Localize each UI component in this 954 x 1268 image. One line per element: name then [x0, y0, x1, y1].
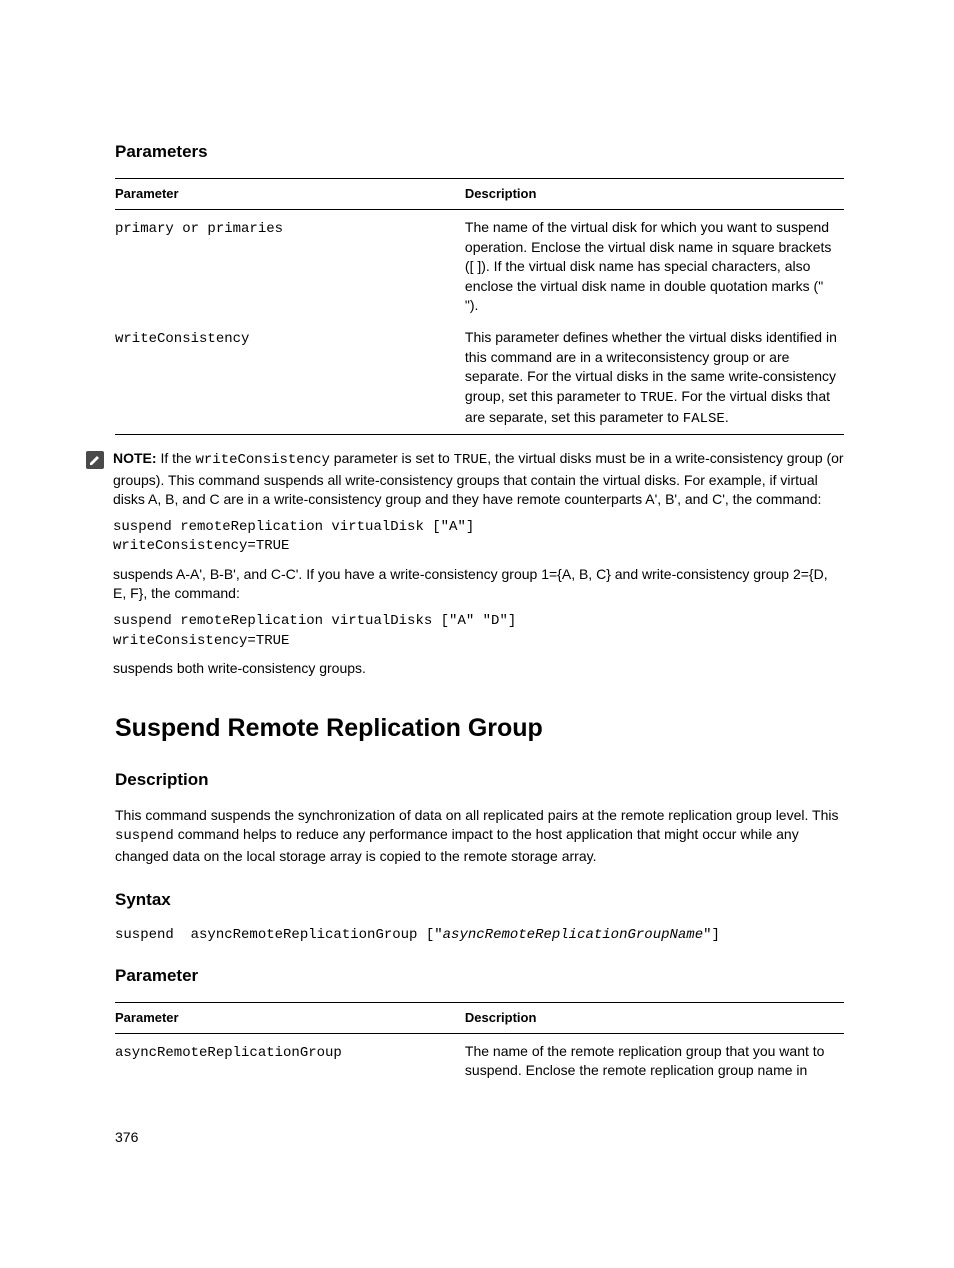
note-para: suspends both write-consistency groups. [113, 659, 844, 679]
parameters-heading: Parameters [115, 140, 844, 164]
parameters-table: Parameter Description primary or primari… [115, 178, 844, 435]
note-label: NOTE: [113, 450, 160, 466]
param-name: primary or primaries [115, 221, 283, 237]
parameter-table: Parameter Description asyncRemoteReplica… [115, 1002, 844, 1085]
note-pencil-icon [85, 450, 105, 476]
parameter-heading: Parameter [115, 964, 844, 988]
note-block: NOTE: If the writeConsistency parameter … [85, 449, 844, 687]
syntax-code: suspend asyncRemoteReplicationGroup ["as… [115, 926, 844, 946]
col-parameter: Parameter [115, 1002, 465, 1033]
table-row: primary or primaries The name of the vir… [115, 209, 844, 319]
topic-title: Suspend Remote Replication Group [115, 711, 844, 746]
code-block: suspend remoteReplication virtualDisks [… [113, 612, 844, 651]
param-name: writeConsistency [115, 331, 249, 347]
param-desc: The name of the virtual disk for which y… [465, 209, 844, 319]
syntax-heading: Syntax [115, 888, 844, 912]
col-description: Description [465, 178, 844, 209]
param-desc: The name of the remote replication group… [465, 1033, 844, 1085]
param-name: asyncRemoteReplicationGroup [115, 1045, 342, 1061]
param-desc: This parameter defines whether the virtu… [465, 320, 844, 434]
description-heading: Description [115, 768, 844, 792]
description-text: This command suspends the synchronizatio… [115, 806, 844, 867]
page-number: 376 [115, 1128, 138, 1148]
note-body: NOTE: If the writeConsistency parameter … [113, 449, 844, 687]
code-block: suspend remoteReplication virtualDisk ["… [113, 518, 844, 557]
document-page: Parameters Parameter Description primary… [0, 0, 954, 1268]
col-description: Description [465, 1002, 844, 1033]
note-para: suspends A-A', B-B', and C-C'. If you ha… [113, 565, 844, 604]
table-row: asyncRemoteReplicationGroup The name of … [115, 1033, 844, 1085]
col-parameter: Parameter [115, 178, 465, 209]
table-row: writeConsistency This parameter defines … [115, 320, 844, 434]
